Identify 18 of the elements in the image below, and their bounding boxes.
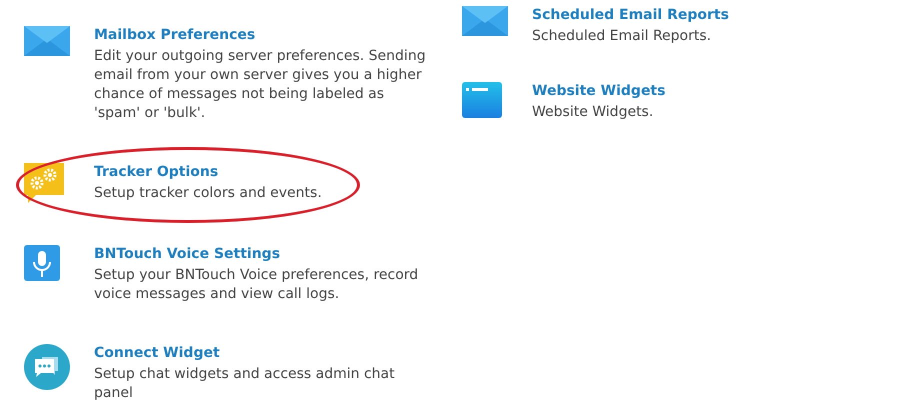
settings-link[interactable]: Tracker Options [94,163,434,181]
description: Setup your BNTouch Voice preferences, record voice messages and view call logs. [94,266,420,304]
description: Setup tracker colors and events. [94,184,323,203]
envelope-icon [24,26,70,56]
settings-link[interactable]: Scheduled Email Reports [532,6,872,24]
description: Scheduled Email Reports. [532,27,712,46]
envelope-icon [462,6,508,36]
description: Website Widgets. [532,103,654,122]
description: Edit your outgoing server preferences. Sending email from your own server gives you a higher chance of messages not being labeled as 'spam' or 'bulk'. [94,47,427,123]
settings-link[interactable]: BNTouch Voice Settings [94,245,434,263]
microphone-icon [24,245,60,281]
description: Setup chat widgets and access admin chat panel [94,365,396,400]
settings-link[interactable]: Mailbox Preferences [94,26,434,44]
gears-icon [24,163,64,205]
browser-window-icon [462,82,502,118]
chat-icon [24,344,70,390]
settings-link[interactable]: Website Widgets [532,82,872,100]
settings-link[interactable]: Connect Widget [94,344,434,362]
